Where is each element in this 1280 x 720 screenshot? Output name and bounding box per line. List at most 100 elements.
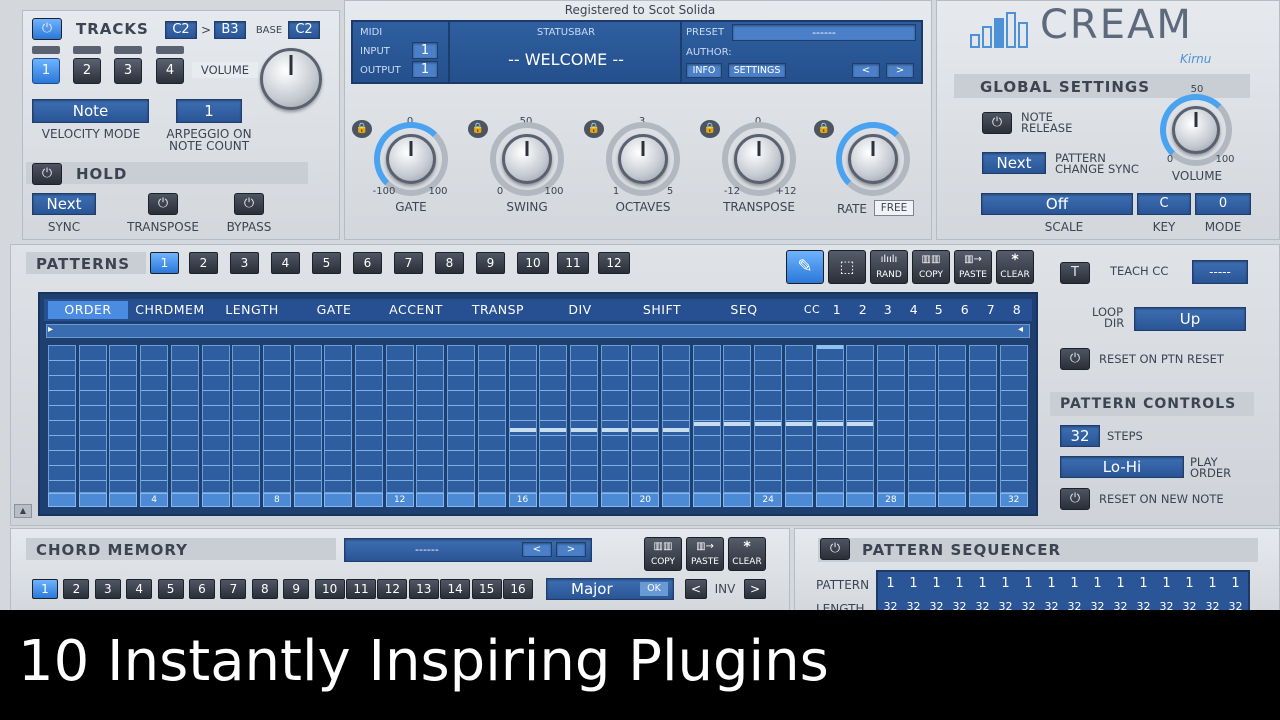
chord-slot-5-button[interactable]: 5 [157, 579, 184, 599]
pattern-8-button[interactable]: 8 [435, 252, 464, 274]
step-column[interactable] [938, 345, 967, 493]
seq-pattern-cell[interactable]: 1 [971, 576, 994, 591]
tab-length[interactable]: LENGTH [212, 301, 292, 319]
seq-pattern-cell[interactable]: 1 [902, 576, 925, 591]
reset-on-ptn-reset-button[interactable]: ⏻ [1060, 348, 1090, 370]
step-column[interactable] [262, 345, 291, 493]
chord-slot-8-button[interactable]: 8 [251, 579, 278, 599]
preset-next-button[interactable]: > [886, 63, 914, 78]
pattern-sequencer-power-button[interactable]: ⏻ [820, 538, 850, 560]
chord-slot-16-button[interactable]: 16 [503, 579, 533, 599]
octaves-lock-icon[interactable]: 🔒 [584, 120, 604, 138]
step-column[interactable] [600, 345, 629, 493]
key-display[interactable]: C [1137, 193, 1191, 215]
seq-pattern-cell[interactable]: 1 [1224, 576, 1247, 591]
chord-slot-6-button[interactable]: 6 [189, 579, 215, 599]
step-column[interactable] [569, 345, 598, 493]
pattern-9-button[interactable]: 9 [476, 252, 505, 274]
loop-dir-display[interactable]: Up [1134, 307, 1246, 331]
hold-transpose-button[interactable]: ⏻ [148, 193, 178, 215]
seq-length-cell[interactable]: 32 [1063, 600, 1086, 613]
chord-slot-11-button[interactable]: 11 [346, 579, 376, 599]
step-column[interactable] [907, 345, 936, 493]
step-number[interactable] [109, 493, 138, 507]
step-number[interactable] [48, 493, 76, 507]
tracks-base-note[interactable]: C2 [288, 21, 320, 39]
step-number[interactable]: 12 [385, 493, 414, 507]
step-number[interactable] [232, 493, 261, 507]
step-number[interactable] [170, 493, 199, 507]
step-column[interactable] [846, 345, 875, 493]
tab-transp[interactable]: TRANSP [458, 301, 538, 319]
step-column[interactable] [78, 345, 107, 493]
seq-pattern-cell[interactable]: 1 [879, 576, 902, 591]
cc-7-tab[interactable]: 7 [980, 301, 1002, 319]
seq-length-cell[interactable]: 32 [1178, 600, 1201, 613]
step-number[interactable] [969, 493, 997, 507]
preset-prev-button[interactable]: < [852, 63, 880, 78]
step-column[interactable] [631, 345, 660, 493]
seq-length-cell[interactable]: 32 [971, 600, 994, 613]
rate-free-button[interactable]: FREE [874, 200, 914, 216]
step-column[interactable] [355, 345, 383, 493]
chord-slot-14-button[interactable]: 14 [440, 579, 471, 599]
chord-slot-1-button[interactable]: 1 [32, 579, 58, 599]
scale-display[interactable]: Off [981, 193, 1133, 215]
seq-pattern-cell[interactable]: 1 [1201, 576, 1224, 591]
inv-prev-button[interactable]: < [685, 579, 707, 599]
step-column[interactable] [232, 345, 261, 493]
tracks-high-note[interactable]: B3 [214, 21, 246, 39]
step-number[interactable] [784, 493, 813, 507]
draw-tool-button[interactable]: ✎ [786, 250, 824, 284]
step-column[interactable] [385, 345, 414, 493]
transpose-lock-icon[interactable]: 🔒 [700, 120, 720, 138]
step-number[interactable]: 28 [876, 493, 905, 507]
info-button[interactable]: INFO [686, 63, 722, 78]
mode-display[interactable]: 0 [1195, 193, 1251, 215]
track-4-button[interactable]: 4 [156, 58, 184, 84]
step-column[interactable] [662, 345, 690, 493]
input-value[interactable]: 1 [412, 42, 438, 59]
pattern-6-button[interactable]: 6 [353, 252, 382, 274]
seq-length-cell[interactable]: 32 [879, 600, 902, 613]
step-column[interactable] [754, 345, 783, 493]
hold-sync-display[interactable]: Next [32, 193, 96, 215]
chord-prev-button[interactable]: < [522, 542, 552, 557]
seq-length-cell[interactable]: 32 [1224, 600, 1247, 613]
step-number[interactable] [815, 493, 844, 507]
step-number[interactable] [662, 493, 690, 507]
settings-button[interactable]: SETTINGS [728, 63, 786, 78]
tab-div[interactable]: DIV [540, 301, 620, 319]
pattern-1-button[interactable]: 1 [150, 252, 179, 274]
hold-power-button[interactable]: ⏻ [32, 163, 62, 185]
step-number[interactable]: 16 [508, 493, 537, 507]
swing-lock-icon[interactable]: 🔒 [468, 120, 488, 138]
chord-slot-15-button[interactable]: 15 [471, 579, 502, 599]
step-column[interactable] [140, 345, 169, 493]
steps-display[interactable]: 32 [1060, 425, 1100, 447]
cc-4-tab[interactable]: 4 [903, 301, 925, 319]
step-column[interactable] [723, 345, 752, 493]
select-tool-button[interactable]: ⬚ [828, 250, 866, 284]
chord-slot-7-button[interactable]: 7 [220, 579, 247, 599]
rate-knob[interactable] [848, 134, 898, 184]
tracks-volume-knob[interactable] [260, 48, 322, 110]
step-number[interactable]: 32 [999, 493, 1028, 507]
play-order-display[interactable]: Lo-Hi [1060, 456, 1184, 478]
arpeggio-count-display[interactable]: 1 [176, 99, 242, 123]
step-number[interactable] [293, 493, 322, 507]
step-column[interactable] [999, 345, 1028, 493]
chord-slot-4-button[interactable]: 4 [126, 579, 153, 599]
step-column[interactable] [293, 345, 322, 493]
step-number[interactable]: 24 [754, 493, 783, 507]
step-column[interactable] [477, 345, 506, 493]
step-number[interactable] [539, 493, 568, 507]
chord-ok-button[interactable]: OK [640, 582, 668, 596]
seq-pattern-cell[interactable]: 1 [1109, 576, 1132, 591]
step-number[interactable] [692, 493, 721, 507]
pattern-3-button[interactable]: 3 [230, 252, 259, 274]
pattern-change-sync-display[interactable]: Next [982, 152, 1046, 174]
step-number[interactable] [201, 493, 230, 507]
cc-6-tab[interactable]: 6 [954, 301, 976, 319]
step-number[interactable] [477, 493, 506, 507]
